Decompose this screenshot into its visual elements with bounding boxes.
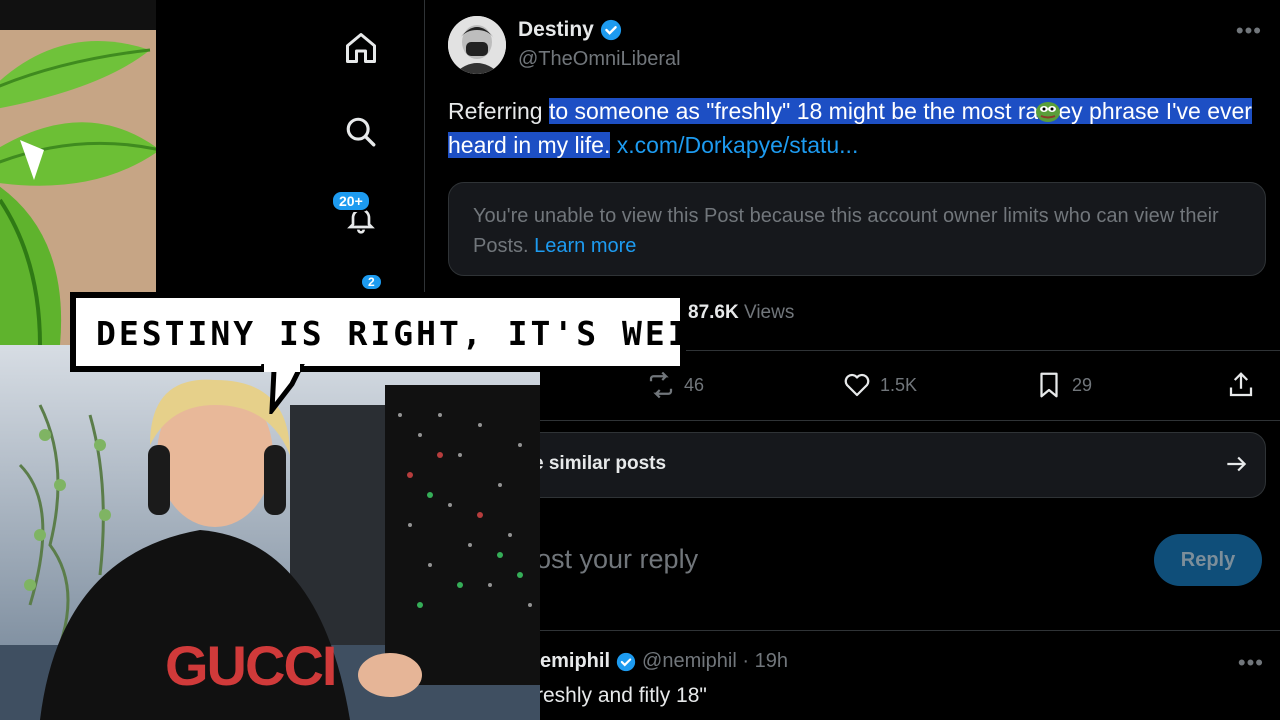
tweet-text: Referring to someone as "freshly" 18 mig… <box>448 94 1268 162</box>
divider <box>426 420 1280 421</box>
divider <box>426 630 1280 631</box>
verified-badge-icon <box>616 652 636 671</box>
avatar[interactable] <box>448 16 506 74</box>
heart-icon <box>844 373 870 397</box>
retweet-button[interactable]: 46 <box>646 370 704 400</box>
reply-button[interactable]: Reply <box>1154 534 1262 586</box>
author-name[interactable]: Destiny <box>518 18 622 42</box>
verified-badge-icon <box>600 19 621 41</box>
comment-text: reshly and fitly 18" <box>536 684 707 707</box>
more-options-icon[interactable]: ••• <box>1238 650 1264 676</box>
author-display-name: Destiny <box>518 18 594 41</box>
learn-more-link[interactable]: Learn more <box>534 235 636 257</box>
like-button[interactable]: 1.5K <box>842 370 917 400</box>
more-options-icon[interactable]: ••• <box>1236 18 1262 44</box>
home-icon[interactable] <box>340 27 382 69</box>
share-icon <box>1229 372 1253 397</box>
pepe-emoji-icon <box>1036 98 1061 124</box>
retweet-count: 46 <box>684 374 705 395</box>
bookmark-count: 29 <box>1072 374 1093 395</box>
notifications-badge: 20+ <box>331 190 371 212</box>
author-handle[interactable]: @TheOmniLiberal <box>518 48 681 71</box>
tweet-text-start: Referring <box>448 98 549 124</box>
quoted-post-unavailable: You're unable to view this Post because … <box>448 182 1266 276</box>
bookmark-icon <box>1040 372 1058 398</box>
top-bar <box>0 0 156 30</box>
bookmark-button[interactable]: 29 <box>1034 370 1092 400</box>
tweet-text-highlight: to someone as "freshly" 18 might be the … <box>548 98 1039 124</box>
retweet-icon <box>649 371 673 399</box>
similar-posts-button[interactable]: e similar posts <box>506 432 1266 498</box>
reply-input[interactable]: ost your reply <box>536 544 698 575</box>
tweet-link[interactable]: x.com/Dorkapye/statu... <box>617 132 859 158</box>
search-icon[interactable] <box>340 111 382 153</box>
like-count: 1.5K <box>880 374 918 395</box>
similar-posts-label: e similar posts <box>533 453 667 474</box>
arrow-right-icon <box>1227 456 1247 472</box>
share-button[interactable] <box>1226 370 1256 400</box>
views-label: Views <box>743 302 795 323</box>
caption-text: DESTINY IS RIGHT, IT'S WEIRD <box>96 314 737 353</box>
speech-bubble: DESTINY IS RIGHT, IT'S WEIRD <box>70 292 733 372</box>
shirt-text: GUCCI <box>165 634 335 697</box>
comment-handle-time: @nemiphil · 19h <box>642 650 788 672</box>
comment-author-name: emiphil <box>540 650 611 672</box>
speech-bubble-tail <box>260 364 305 414</box>
messages-badge: 2 <box>360 273 383 291</box>
comment-author[interactable]: emiphil @nemiphil · 19h <box>540 650 788 673</box>
